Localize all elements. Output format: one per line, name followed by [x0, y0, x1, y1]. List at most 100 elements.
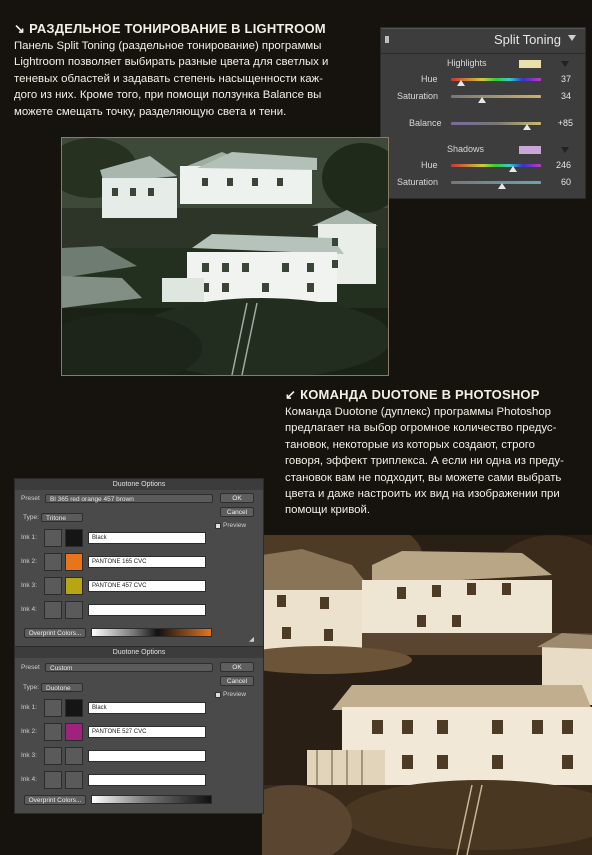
duotone-dialog-duotone: Duotone Options Preset Custom OK Cancel …: [14, 646, 264, 814]
shadows-hue-thumb[interactable]: [509, 166, 517, 172]
split-toning-panel: Split Toning Highlights Hue 37 Saturatio…: [380, 27, 586, 199]
ok-button[interactable]: OK: [220, 662, 254, 672]
preview-label: Preview: [223, 522, 247, 529]
preset-label: Preset: [21, 664, 40, 671]
highlights-hue-label: Hue: [421, 74, 438, 84]
panel-handle-icon: [385, 36, 389, 43]
ink1-name-field[interactable]: Black: [88, 532, 206, 544]
section2-title: КОМАНДА DUOTONE В PHOTOSHOP: [300, 387, 540, 402]
shadows-hue-value[interactable]: 246: [541, 160, 571, 170]
text-line: Lightroom позволяет выбирать разные цвет…: [14, 56, 329, 69]
text-line: предлагает на выбор огромное количество …: [285, 422, 557, 435]
shadows-swatch[interactable]: [519, 146, 541, 154]
cancel-button[interactable]: Cancel: [220, 676, 254, 686]
shadows-hue-label: Hue: [421, 160, 438, 170]
highlights-label: Highlights: [447, 58, 487, 68]
shadows-label: Shadows: [447, 144, 485, 154]
ink2-label: Ink 2:: [21, 728, 37, 735]
preview-checkbox[interactable]: [215, 523, 221, 529]
ink4-curve-button[interactable]: [44, 771, 62, 789]
highlights-hue-thumb[interactable]: [457, 80, 465, 86]
preset-label: Preset: [21, 495, 40, 502]
ink4-curve-button[interactable]: [44, 601, 62, 619]
ink2-color-swatch[interactable]: [65, 723, 83, 741]
section1-heading: ↘ РАЗДЕЛЬНОЕ ТОНИРОВАНИЕ В LIGHTROOM: [14, 21, 326, 37]
ink3-color-swatch[interactable]: [65, 747, 83, 765]
ink1-label: Ink 1:: [21, 704, 37, 711]
highlights-picker-icon[interactable]: [561, 61, 569, 67]
ink1-curve-button[interactable]: [44, 699, 62, 717]
duotone-photo: [262, 535, 592, 855]
ink3-label: Ink 3:: [21, 582, 37, 589]
text-line: тановок, некоторые из которых создают, с…: [285, 438, 536, 451]
section1-text: Панель Split Toning (раздельное тонирова…: [14, 38, 376, 120]
highlights-sat-label: Saturation: [397, 91, 439, 101]
ink2-color-swatch[interactable]: [65, 553, 83, 571]
balance-thumb[interactable]: [523, 124, 531, 130]
duotone-dialog-tritone: Duotone Options Preset Bl 365 red orange…: [14, 478, 264, 647]
type-select[interactable]: Duotone: [41, 683, 83, 692]
ink2-curve-button[interactable]: [44, 723, 62, 741]
ink1-curve-button[interactable]: [44, 529, 62, 547]
ink1-name-field[interactable]: Black: [88, 702, 206, 714]
preview-checkbox[interactable]: [215, 692, 221, 698]
resize-grip-icon: ◢: [249, 636, 254, 643]
divider: [381, 53, 585, 54]
preset-select[interactable]: Custom: [45, 663, 213, 672]
shadows-hue-slider[interactable]: [451, 164, 541, 167]
ink3-curve-button[interactable]: [44, 577, 62, 595]
dialog-title: Duotone Options: [15, 647, 263, 658]
highlights-swatch[interactable]: [519, 60, 541, 68]
text-line: становок вам не подходит, вы можете сами…: [285, 471, 562, 484]
overprint-colors-button[interactable]: Overprint Colors...: [24, 628, 86, 638]
ok-button[interactable]: OK: [220, 493, 254, 503]
ink3-label: Ink 3:: [21, 752, 37, 759]
section2-heading: ↙ КОМАНДА DUOTONE В PHOTOSHOP: [285, 387, 540, 403]
highlights-saturation-thumb[interactable]: [478, 97, 486, 103]
ink1-color-swatch[interactable]: [65, 699, 83, 717]
text-line: теневых областей и задавать степень насы…: [14, 72, 323, 85]
shadows-saturation-thumb[interactable]: [498, 183, 506, 189]
preset-select[interactable]: Bl 365 red orange 457 brown: [45, 494, 213, 503]
highlights-saturation-slider[interactable]: [451, 95, 541, 98]
shadows-saturation-value[interactable]: 60: [541, 177, 571, 187]
type-label: Type:: [23, 514, 39, 521]
ink2-name-field[interactable]: PANTONE 527 CVC: [88, 726, 206, 738]
ink4-color-swatch[interactable]: [65, 771, 83, 789]
arrow-down-right-icon: ↘: [14, 21, 26, 36]
preview-label: Preview: [223, 691, 247, 698]
ink3-name-field[interactable]: [88, 750, 206, 762]
ink4-color-swatch[interactable]: [65, 601, 83, 619]
ink4-label: Ink 4:: [21, 776, 37, 783]
ink2-name-field[interactable]: PANTONE 165 CVC: [88, 556, 206, 568]
ink2-label: Ink 2:: [21, 558, 37, 565]
section2-text: Команда Duotone (дуплекс) программы Phot…: [285, 404, 585, 519]
type-select[interactable]: Tritone: [41, 513, 83, 522]
balance-value[interactable]: +85: [543, 118, 573, 128]
overprint-colors-button[interactable]: Overprint Colors...: [24, 795, 86, 805]
ink3-color-swatch[interactable]: [65, 577, 83, 595]
ink3-curve-button[interactable]: [44, 747, 62, 765]
ink3-name-field[interactable]: PANTONE 457 CVC: [88, 580, 206, 592]
ink2-curve-button[interactable]: [44, 553, 62, 571]
panel-title: Split Toning: [494, 32, 561, 47]
split-toned-photo: [61, 137, 389, 376]
text-line: Панель Split Toning (раздельное тонирова…: [14, 40, 322, 52]
highlights-hue-value[interactable]: 37: [541, 74, 571, 84]
ink1-label: Ink 1:: [21, 534, 37, 541]
cancel-button[interactable]: Cancel: [220, 507, 254, 517]
shadows-picker-icon[interactable]: [561, 147, 569, 153]
text-line: можете смещать точку, разделяющую света …: [14, 105, 287, 118]
ink4-name-field[interactable]: [88, 774, 206, 786]
collapse-triangle-icon[interactable]: [568, 35, 576, 41]
dialog-title: Duotone Options: [15, 479, 263, 490]
shadows-saturation-slider[interactable]: [451, 181, 541, 184]
ink4-name-field[interactable]: [88, 604, 206, 616]
section1-title: РАЗДЕЛЬНОЕ ТОНИРОВАНИЕ В LIGHTROOM: [29, 21, 326, 36]
text-line: дого из них. Кроме того, при помощи полз…: [14, 89, 322, 102]
ink4-label: Ink 4:: [21, 606, 37, 613]
highlights-saturation-value[interactable]: 34: [541, 91, 571, 101]
ink1-color-swatch[interactable]: [65, 529, 83, 547]
text-line: говоря, эффект триплекса. А если ни одна…: [285, 455, 564, 468]
overprint-gradient-bar: [91, 628, 212, 637]
